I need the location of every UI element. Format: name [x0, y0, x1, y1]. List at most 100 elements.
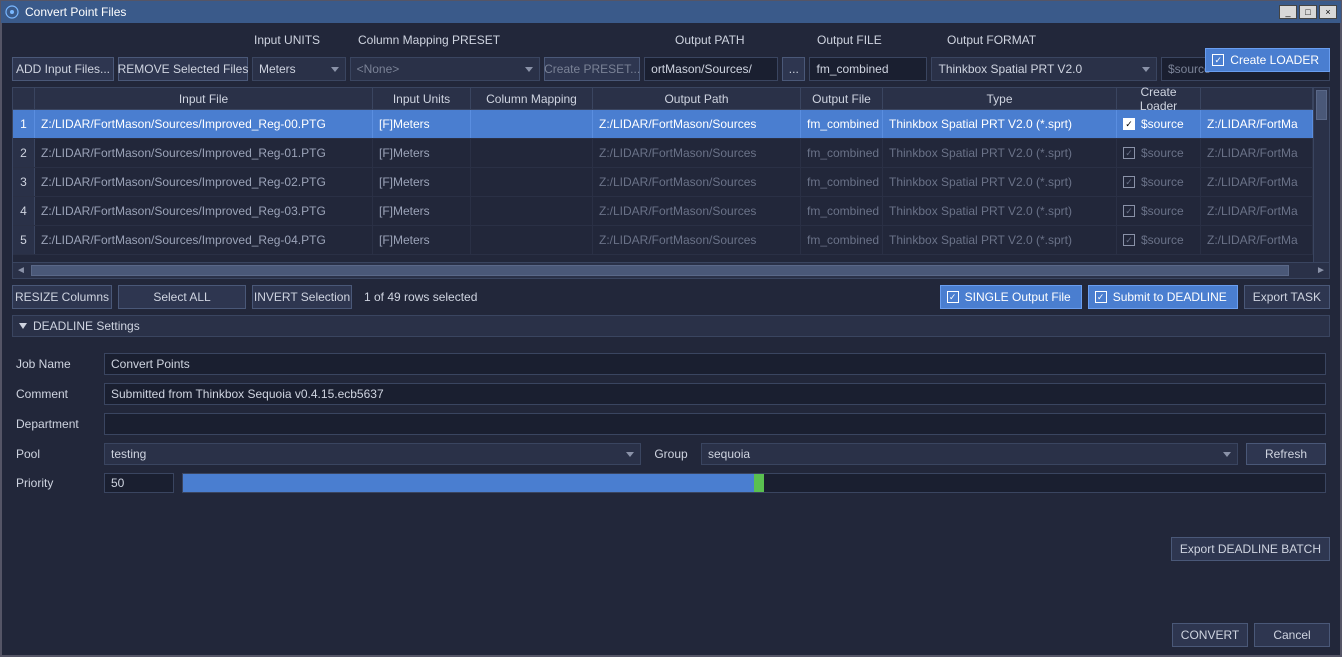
label-output-file: Output FILE [817, 33, 882, 47]
priority-label: Priority [16, 476, 96, 490]
pool-label: Pool [16, 447, 96, 461]
minimize-icon[interactable]: _ [1279, 5, 1297, 19]
cell-column-mapping [471, 139, 593, 167]
col-input-file[interactable]: Input File [35, 88, 373, 109]
create-loader-toggle[interactable]: ✓ Create LOADER [1205, 48, 1330, 72]
cell-output-file: fm_combined [801, 197, 883, 225]
cell-input-file: Z:/LIDAR/FortMason/Sources/Improved_Reg-… [35, 226, 373, 254]
cell-input-units: [F]Meters [373, 139, 471, 167]
refresh-button[interactable]: Refresh [1246, 443, 1326, 465]
cell-create-loader: ✓$source [1117, 110, 1201, 138]
table-row[interactable]: 2Z:/LIDAR/FortMason/Sources/Improved_Reg… [13, 139, 1313, 168]
chevron-down-icon [331, 67, 339, 72]
table-header: Input File Input Units Column Mapping Ou… [13, 88, 1313, 110]
select-all-button[interactable]: Select ALL [118, 285, 246, 309]
create-preset-button[interactable]: Create PRESET... [544, 57, 640, 81]
cell-output-file: fm_combined [801, 226, 883, 254]
selection-status: 1 of 49 rows selected [364, 290, 477, 304]
app-icon [5, 5, 19, 19]
group-select[interactable]: sequoia [701, 443, 1238, 465]
input-units-select[interactable]: Meters [252, 57, 346, 81]
cell-extra: Z:/LIDAR/FortMa [1201, 139, 1313, 167]
col-column-mapping[interactable]: Column Mapping [471, 88, 593, 109]
deadline-settings-header[interactable]: DEADLINE Settings [12, 315, 1330, 337]
row-number: 5 [13, 226, 35, 254]
window-title: Convert Point Files [25, 5, 126, 19]
comment-label: Comment [16, 387, 96, 401]
checkbox-icon[interactable]: ✓ [1123, 147, 1135, 159]
output-format-select[interactable]: Thinkbox Spatial PRT V2.0 [931, 57, 1157, 81]
cell-create-loader: ✓$source [1117, 226, 1201, 254]
cell-extra: Z:/LIDAR/FortMa [1201, 226, 1313, 254]
table-row[interactable]: 5Z:/LIDAR/FortMason/Sources/Improved_Reg… [13, 226, 1313, 255]
checkbox-icon[interactable]: ✓ [1123, 205, 1135, 217]
checkbox-icon[interactable]: ✓ [1123, 176, 1135, 188]
col-type[interactable]: Type [883, 88, 1117, 109]
checkbox-icon[interactable]: ✓ [1123, 234, 1135, 246]
add-input-files-button[interactable]: ADD Input Files... [12, 57, 114, 81]
submit-to-deadline-toggle[interactable]: ✓Submit to DEADLINE [1088, 285, 1238, 309]
checkbox-icon: ✓ [1212, 54, 1224, 66]
scroll-right-icon[interactable]: ► [1313, 263, 1329, 279]
cell-input-file: Z:/LIDAR/FortMason/Sources/Improved_Reg-… [35, 110, 373, 138]
col-create-loader[interactable]: Create Loader [1117, 88, 1201, 109]
maximize-icon[interactable]: □ [1299, 5, 1317, 19]
label-column-mapping-preset: Column Mapping PRESET [358, 33, 500, 47]
row-number: 2 [13, 139, 35, 167]
cell-input-units: [F]Meters [373, 226, 471, 254]
cell-output-path: Z:/LIDAR/FortMason/Sources [593, 168, 801, 196]
export-deadline-batch-button[interactable]: Export DEADLINE BATCH [1171, 537, 1330, 561]
invert-selection-button[interactable]: INVERT Selection [252, 285, 352, 309]
cell-create-loader: ✓$source [1117, 168, 1201, 196]
deadline-settings-form: Job Name Comment Department Pool testing… [12, 343, 1330, 503]
cell-type: Thinkbox Spatial PRT V2.0 (*.sprt) [883, 168, 1117, 196]
output-path-input[interactable] [644, 57, 778, 81]
export-task-button[interactable]: Export TASK [1244, 285, 1330, 309]
priority-slider[interactable] [182, 473, 1326, 493]
collapse-icon [19, 323, 27, 329]
close-icon[interactable]: × [1319, 5, 1337, 19]
convert-button[interactable]: CONVERT [1172, 623, 1248, 647]
output-file-input[interactable] [809, 57, 927, 81]
remove-selected-files-button[interactable]: REMOVE Selected Files [118, 57, 248, 81]
job-name-label: Job Name [16, 357, 96, 371]
col-output-file[interactable]: Output File [801, 88, 883, 109]
slider-handle-icon[interactable] [754, 474, 764, 492]
col-output-path[interactable]: Output Path [593, 88, 801, 109]
job-name-input[interactable] [104, 353, 1326, 375]
cell-input-units: [F]Meters [373, 168, 471, 196]
cancel-button[interactable]: Cancel [1254, 623, 1330, 647]
cell-column-mapping [471, 197, 593, 225]
cell-type: Thinkbox Spatial PRT V2.0 (*.sprt) [883, 110, 1117, 138]
resize-columns-button[interactable]: RESIZE Columns [12, 285, 112, 309]
browse-output-path-button[interactable]: ... [782, 57, 805, 81]
row-number: 1 [13, 110, 35, 138]
chevron-down-icon [1223, 452, 1231, 457]
table-row[interactable]: 3Z:/LIDAR/FortMason/Sources/Improved_Reg… [13, 168, 1313, 197]
col-input-units[interactable]: Input Units [373, 88, 471, 109]
comment-input[interactable] [104, 383, 1326, 405]
cell-extra: Z:/LIDAR/FortMa [1201, 197, 1313, 225]
chevron-down-icon [626, 452, 634, 457]
cell-output-file: fm_combined [801, 110, 883, 138]
single-output-file-toggle[interactable]: ✓SINGLE Output File [940, 285, 1082, 309]
column-mapping-preset-select[interactable]: <None> [350, 57, 541, 81]
convert-point-files-window: Convert Point Files _ □ × Input UNITS Co… [0, 0, 1342, 657]
horizontal-scrollbar[interactable]: ◄ ► [13, 262, 1329, 278]
cell-output-path: Z:/LIDAR/FortMason/Sources [593, 226, 801, 254]
cell-extra: Z:/LIDAR/FortMa [1201, 168, 1313, 196]
pool-select[interactable]: testing [104, 443, 641, 465]
cell-output-file: fm_combined [801, 139, 883, 167]
table-row[interactable]: 1Z:/LIDAR/FortMason/Sources/Improved_Reg… [13, 110, 1313, 139]
department-input[interactable] [104, 413, 1326, 435]
cell-type: Thinkbox Spatial PRT V2.0 (*.sprt) [883, 226, 1117, 254]
cell-input-file: Z:/LIDAR/FortMason/Sources/Improved_Reg-… [35, 168, 373, 196]
table-row[interactable]: 4Z:/LIDAR/FortMason/Sources/Improved_Reg… [13, 197, 1313, 226]
priority-value[interactable]: 50 [104, 473, 174, 493]
cell-type: Thinkbox Spatial PRT V2.0 (*.sprt) [883, 139, 1117, 167]
vertical-scrollbar[interactable] [1313, 88, 1329, 262]
scroll-left-icon[interactable]: ◄ [13, 263, 29, 279]
checkbox-icon[interactable]: ✓ [1123, 118, 1135, 130]
chevron-down-icon [525, 67, 533, 72]
files-table: Input File Input Units Column Mapping Ou… [12, 87, 1330, 279]
